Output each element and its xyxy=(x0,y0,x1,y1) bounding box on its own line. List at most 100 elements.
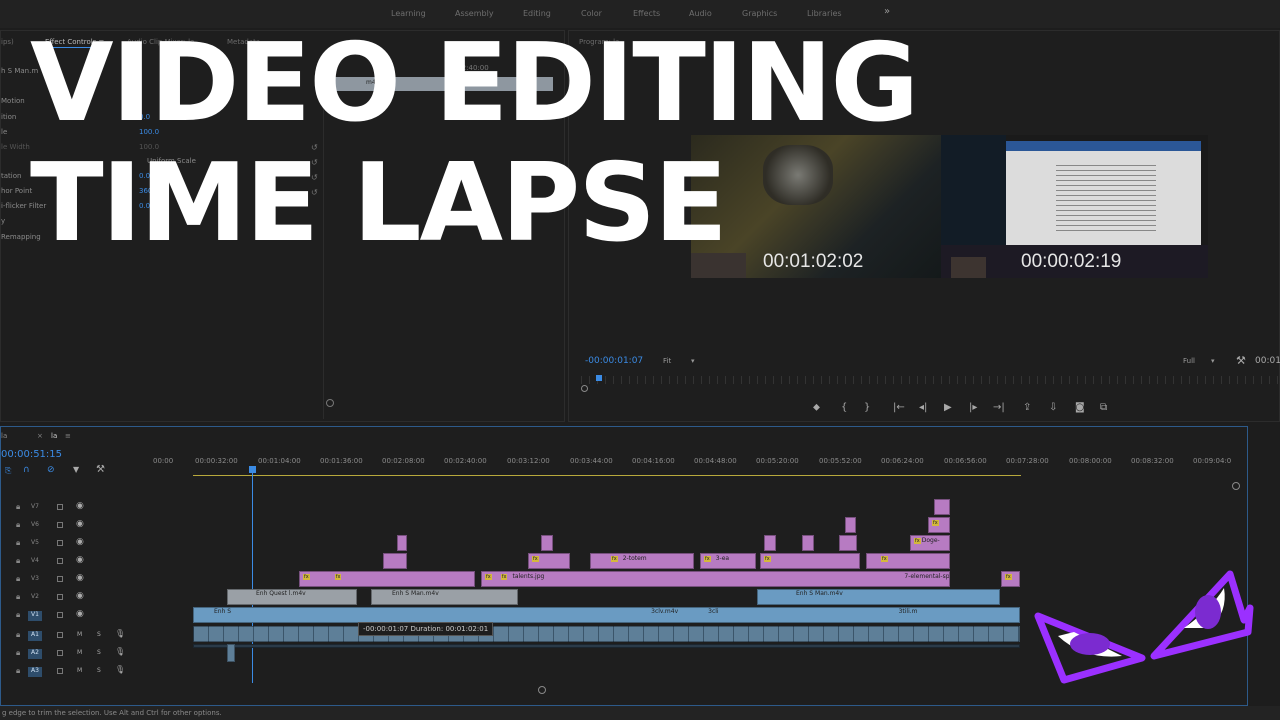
go-to-out-icon[interactable]: →| xyxy=(993,402,1005,413)
timeline-current-time[interactable]: 00:00:51:15 xyxy=(1,449,62,460)
eye-icon[interactable]: ◉ xyxy=(76,555,84,565)
clip-v4[interactable] xyxy=(383,553,407,569)
workspace-learning[interactable]: Learning xyxy=(391,9,426,18)
film-icon[interactable] xyxy=(57,504,63,510)
track-name[interactable]: V7 xyxy=(28,503,42,513)
clip-v5[interactable] xyxy=(541,535,553,551)
clip-v5[interactable] xyxy=(764,535,776,551)
clip-v4[interactable]: fx xyxy=(760,553,860,569)
track-header-v3[interactable]: 🔒︎ V3 ◉ xyxy=(0,571,150,589)
timeline-wrench-icon[interactable]: ⚒ xyxy=(96,464,105,475)
film-icon[interactable] xyxy=(57,594,63,600)
more-workspaces-button[interactable]: » xyxy=(884,6,890,17)
eye-icon[interactable]: ◉ xyxy=(76,537,84,547)
timeline-zoom-handle[interactable] xyxy=(538,686,546,694)
tab-project[interactable]: ips) xyxy=(1,38,14,46)
play-icon[interactable]: ▶ xyxy=(944,402,952,413)
track-header-v7[interactable]: 🔒︎ V7 ◉ xyxy=(0,499,150,517)
film-icon[interactable] xyxy=(57,632,63,638)
lock-icon[interactable]: 🔒︎ xyxy=(16,666,20,676)
film-icon[interactable] xyxy=(57,650,63,656)
vertical-scroll-handle[interactable] xyxy=(1232,482,1240,490)
workspace-libraries[interactable]: Libraries xyxy=(807,9,842,18)
track-name[interactable]: A2 xyxy=(28,649,42,659)
clip-v6[interactable] xyxy=(845,517,856,533)
clip-v6[interactable]: fx xyxy=(928,517,950,533)
clip-v2-enh-quest[interactable]: Enh Quest l.m4v xyxy=(227,589,357,605)
resolution-chevron-icon[interactable]: ▾ xyxy=(1211,357,1215,365)
clip-v4[interactable]: fx 3-ea xyxy=(700,553,756,569)
wrench-icon[interactable]: ⚒ xyxy=(1236,354,1246,367)
film-icon[interactable] xyxy=(57,558,63,564)
lock-icon[interactable]: 🔒︎ xyxy=(16,520,20,530)
clip-v5[interactable] xyxy=(397,535,407,551)
eye-icon[interactable]: ◉ xyxy=(76,573,84,583)
film-icon[interactable] xyxy=(57,522,63,528)
track-name[interactable]: V2 xyxy=(28,593,42,603)
step-forward-icon[interactable]: |▸ xyxy=(969,402,977,413)
clip-v3-end[interactable]: fx xyxy=(1001,571,1020,587)
timeline-tab[interactable]: la xyxy=(51,432,57,440)
go-to-in-icon[interactable]: |← xyxy=(893,402,905,413)
resolution-dropdown[interactable]: Full xyxy=(1183,357,1195,365)
film-icon[interactable] xyxy=(57,576,63,582)
clip-v4[interactable]: fx xyxy=(528,553,570,569)
lock-icon[interactable]: 🔒︎ xyxy=(16,630,20,640)
track-header-a2[interactable]: 🔒︎ A2 M S 🎙︎ xyxy=(0,645,150,663)
film-icon[interactable] xyxy=(57,540,63,546)
link-icon[interactable]: ⊘ xyxy=(47,465,55,475)
eye-icon[interactable]: ◉ xyxy=(76,591,84,601)
eye-icon[interactable]: ◉ xyxy=(76,519,84,529)
clip-v3-a[interactable]: fx fx xyxy=(299,571,475,587)
solo-button[interactable]: S xyxy=(97,631,101,638)
clip-v5[interactable] xyxy=(802,535,814,551)
scroll-handle[interactable] xyxy=(326,399,334,407)
clip-a1[interactable] xyxy=(193,626,1020,642)
clip-v5[interactable] xyxy=(839,535,857,551)
track-name[interactable]: V1 xyxy=(28,611,42,621)
track-name[interactable]: V6 xyxy=(28,521,42,531)
workspace-graphics[interactable]: Graphics xyxy=(742,9,777,18)
clip-v7[interactable] xyxy=(934,499,950,515)
workspace-effects[interactable]: Effects xyxy=(633,9,660,18)
monitor-playhead[interactable] xyxy=(596,375,602,381)
sequence-tab-left[interactable]: la xyxy=(1,432,7,440)
lock-icon[interactable]: 🔒︎ xyxy=(16,648,20,658)
clip-v5[interactable]: fx Doge- xyxy=(910,535,950,551)
workspace-editing[interactable]: Editing xyxy=(523,9,551,18)
film-icon[interactable] xyxy=(57,612,63,618)
track-name[interactable]: V5 xyxy=(28,539,42,549)
solo-button[interactable]: S xyxy=(97,649,101,656)
lock-icon[interactable]: 🔒︎ xyxy=(16,592,20,602)
playhead-handle[interactable] xyxy=(249,466,256,473)
workspace-assembly[interactable]: Assembly xyxy=(455,9,494,18)
snap-icon[interactable]: ∩ xyxy=(23,465,30,475)
fit-dropdown[interactable]: Fit xyxy=(663,357,671,365)
add-marker-icon[interactable]: ⬥ xyxy=(813,402,820,413)
track-header-v5[interactable]: 🔒︎ V5 ◉ xyxy=(0,535,150,553)
comparison-view-icon[interactable]: ⧉ xyxy=(1100,402,1107,413)
clip-v4[interactable]: fx xyxy=(866,553,950,569)
lock-icon[interactable]: 🔒︎ xyxy=(16,556,20,566)
track-header-v2[interactable]: 🔒︎ V2 ◉ xyxy=(0,589,150,607)
mute-button[interactable]: M xyxy=(77,649,82,656)
clip-v4[interactable]: fx 2-totem xyxy=(590,553,694,569)
mic-icon[interactable]: 🎙︎ xyxy=(115,647,125,656)
track-header-v4[interactable]: 🔒︎ V4 ◉ xyxy=(0,553,150,571)
workspace-audio[interactable]: Audio xyxy=(689,9,712,18)
track-name[interactable]: A1 xyxy=(28,631,42,641)
mic-icon[interactable]: 🎙︎ xyxy=(115,629,125,638)
clip-v1[interactable]: Enh S 3clv.m4v 3cli 3tili.m xyxy=(193,607,1020,623)
track-name[interactable]: V4 xyxy=(28,557,42,567)
eye-icon[interactable]: ◉ xyxy=(76,609,84,619)
track-header-a3[interactable]: 🔒︎ A3 M S 🎙︎ xyxy=(0,663,150,681)
timeline-tab-close-icon[interactable]: × xyxy=(37,432,43,440)
nest-icon[interactable]: ⎘ xyxy=(5,466,11,476)
lock-icon[interactable]: 🔒︎ xyxy=(16,574,20,584)
mark-out-icon[interactable]: } xyxy=(864,402,870,413)
playhead-timecode[interactable]: -00:00:01:07 xyxy=(585,356,643,366)
solo-button[interactable]: S xyxy=(97,667,101,674)
clip-v2-enh-s-man-2[interactable]: Enh S Man.m4v xyxy=(757,589,1000,605)
track-name[interactable]: A3 xyxy=(28,667,42,677)
lock-icon[interactable]: 🔒︎ xyxy=(16,538,20,548)
